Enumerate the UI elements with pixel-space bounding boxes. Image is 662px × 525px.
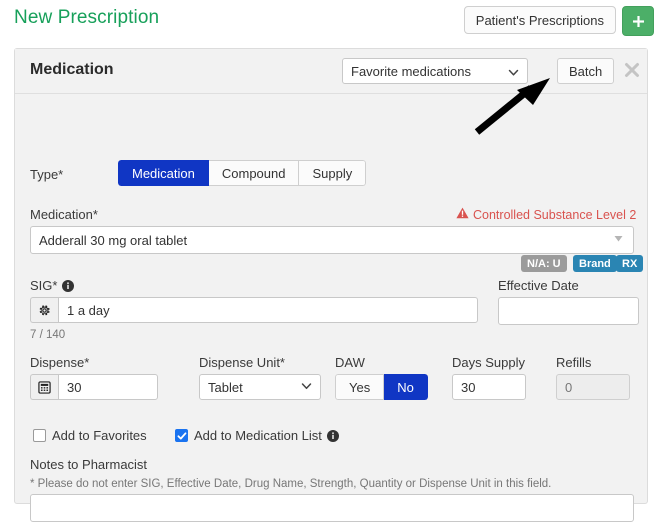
notes-to-pharmacist-label: Notes to Pharmacist	[30, 457, 148, 472]
add-to-favorites-label: Add to Favorites	[52, 428, 147, 443]
plus-icon	[632, 15, 645, 28]
top-bar: New Prescription Patient's Prescriptions	[0, 0, 662, 42]
favorite-medications-select[interactable]: Favorite medications	[342, 58, 528, 84]
add-to-medication-list-checkbox-row[interactable]: Add to Medication List	[175, 428, 339, 443]
refills-value: 0	[565, 379, 573, 395]
notes-to-pharmacist-input[interactable]	[30, 494, 634, 522]
dispense-label: Dispense*	[30, 355, 90, 370]
caret-down-icon[interactable]	[612, 232, 625, 248]
dispense-value: 30	[67, 379, 82, 395]
refills-input[interactable]: 0	[556, 374, 630, 400]
medication-card-body: Type* Medication Compound Supply Medicat…	[15, 94, 647, 522]
dispense-input[interactable]: 30	[58, 374, 158, 400]
info-icon[interactable]	[326, 429, 339, 442]
type-option-compound[interactable]: Compound	[208, 160, 300, 186]
type-toggle-group[interactable]: Medication Compound Supply	[118, 160, 367, 186]
days-supply-value: 30	[461, 379, 476, 395]
controlled-substance-warning: Controlled Substance Level 2	[456, 207, 636, 222]
medication-input[interactable]: Adderall 30 mg oral tablet	[30, 226, 634, 254]
medication-card-header: Medication Favorite medications Batch	[15, 49, 647, 94]
sig-input-group[interactable]: 1 a day	[30, 297, 478, 323]
page-title: New Prescription	[14, 7, 160, 28]
medication-card: Medication Favorite medications Batch Ty…	[14, 48, 648, 522]
type-option-supply[interactable]: Supply	[299, 160, 367, 186]
daw-label: DAW	[335, 355, 365, 370]
daw-toggle-group[interactable]: Yes No	[335, 374, 428, 400]
sig-label-group: SIG*	[30, 278, 75, 293]
patients-prescriptions-button[interactable]: Patient's Prescriptions	[463, 6, 616, 34]
dispense-input-group[interactable]: 30	[30, 374, 158, 400]
dispense-unit-label: Dispense Unit*	[199, 355, 285, 370]
calculator-icon[interactable]	[30, 374, 58, 400]
sig-input[interactable]: 1 a day	[58, 297, 478, 323]
add-to-favorites-checkbox-row[interactable]: Add to Favorites	[33, 428, 147, 443]
info-icon[interactable]	[62, 279, 75, 292]
effective-date-input[interactable]	[498, 297, 639, 325]
chevron-down-icon	[508, 66, 519, 81]
controlled-substance-warning-text: Controlled Substance Level 2	[473, 207, 637, 222]
add-to-medication-list-label: Add to Medication List	[194, 428, 322, 443]
dispense-unit-value: Tablet	[208, 379, 243, 395]
sig-label: SIG*	[30, 278, 58, 293]
gear-icon[interactable]	[30, 297, 58, 323]
patients-prescriptions-label: Patient's Prescriptions	[475, 12, 604, 28]
daw-option-no[interactable]: No	[384, 374, 428, 400]
add-prescription-button[interactable]	[622, 6, 654, 36]
chevron-down-icon	[301, 380, 312, 395]
refills-label: Refills	[556, 355, 592, 370]
status-badge-brand: Brand	[573, 255, 617, 272]
effective-date-label: Effective Date	[498, 278, 579, 293]
sig-input-value: 1 a day	[67, 302, 110, 318]
warning-triangle-icon	[456, 207, 469, 222]
daw-option-yes[interactable]: Yes	[335, 374, 385, 400]
batch-label: Batch	[569, 63, 603, 79]
sig-character-counter: 7 / 140	[30, 329, 66, 341]
add-to-favorites-checkbox[interactable]	[33, 429, 46, 442]
card-title: Medication	[30, 61, 114, 78]
medication-input-value: Adderall 30 mg oral tablet	[39, 232, 188, 248]
status-badge-availability: N/A: U	[521, 255, 567, 272]
status-badge-rx: RX	[616, 255, 644, 272]
dispense-unit-select[interactable]: Tablet	[199, 374, 321, 400]
batch-button[interactable]: Batch	[557, 58, 615, 84]
favorite-medications-value: Favorite medications	[351, 63, 471, 79]
add-to-medication-list-checkbox[interactable]	[175, 429, 188, 442]
close-icon[interactable]	[623, 61, 641, 79]
type-label: Type*	[30, 167, 64, 182]
medication-label: Medication*	[30, 207, 98, 222]
days-supply-input[interactable]: 30	[452, 374, 526, 400]
type-option-medication[interactable]: Medication	[118, 160, 209, 186]
notes-hint: * Please do not enter SIG, Effective Dat…	[30, 478, 552, 490]
days-supply-label: Days Supply	[452, 355, 525, 370]
